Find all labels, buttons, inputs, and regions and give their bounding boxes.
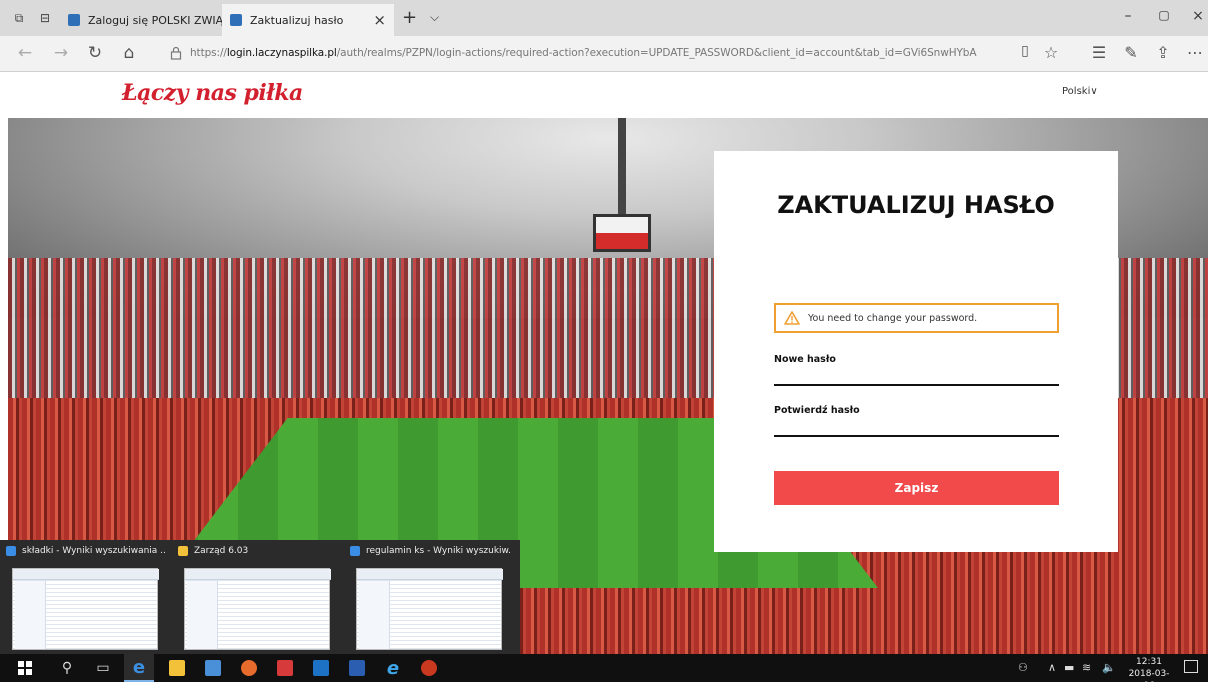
- tab-label: Zaloguj się POLSKI ZWIĄZEI: [88, 13, 241, 27]
- explorer-search-icon: [6, 546, 16, 556]
- start-windows-icon[interactable]: [10, 654, 40, 682]
- stadium-screen-flag: [593, 214, 651, 252]
- tabs-aside-icon[interactable]: ⊟: [36, 9, 54, 27]
- windows-taskbar: ⚲ ▭ e e ⚇ ∧ ▬ ≋ 🔈 12:31 2018-03-06: [0, 654, 1208, 682]
- folder-icon: [178, 546, 188, 556]
- clock-date: 2018-03-06: [1128, 669, 1170, 682]
- tab-login[interactable]: Zaloguj się POLSKI ZWIĄZEI: [60, 4, 241, 36]
- lock-icon: [170, 46, 182, 60]
- tab-preview-chevron-icon[interactable]: ⌵: [430, 10, 439, 25]
- preview-window-2[interactable]: Zarząd 6.03: [172, 540, 342, 654]
- new-tab-button[interactable]: +: [402, 7, 417, 28]
- taskbar-previews: składki - Wyniki wyszukiwania ... Zarząd…: [0, 540, 520, 654]
- system-clock[interactable]: 12:31 2018-03-06: [1126, 656, 1172, 682]
- preview-window-1[interactable]: składki - Wyniki wyszukiwania ...: [0, 540, 170, 654]
- volume-icon[interactable]: 🔈: [1102, 661, 1116, 674]
- forward-arrow-icon[interactable]: →: [50, 43, 72, 63]
- clock-time: 12:31: [1136, 657, 1162, 667]
- people-icon[interactable]: ⚇: [1018, 661, 1028, 674]
- maximize-button[interactable]: ▢: [1154, 8, 1174, 22]
- navigation-bar: ← → ↻ ⌂ https://login.laczynaspilka.pl/a…: [0, 36, 1208, 72]
- show-hidden-icons-chevron-icon[interactable]: ∧: [1048, 661, 1056, 674]
- search-icon[interactable]: ⚲: [52, 654, 82, 682]
- preview-title: regulamin ks - Wyniki wyszukiw...: [366, 546, 510, 556]
- network-icon[interactable]: ≋: [1082, 661, 1091, 674]
- favorites-list-icon[interactable]: ☰: [1088, 43, 1110, 62]
- site-favicon-icon: [68, 14, 80, 26]
- preview-title: Zarząd 6.03: [194, 546, 249, 556]
- tab-update-password[interactable]: Zaktualizuj hasło ×: [222, 4, 394, 36]
- preview-title: składki - Wyniki wyszukiwania ...: [22, 546, 166, 556]
- window-thumbnail: [12, 568, 159, 650]
- minimize-button[interactable]: –: [1118, 8, 1138, 24]
- favorite-star-icon[interactable]: ☆: [1040, 43, 1062, 62]
- gift-app-icon[interactable]: [270, 654, 300, 682]
- more-icon[interactable]: ⋯: [1184, 43, 1206, 62]
- set-aside-tabs-icon[interactable]: ⧉: [10, 9, 28, 27]
- window-thumbnail: [184, 568, 331, 650]
- explorer-search-icon: [350, 546, 360, 556]
- site-header: Łączy nas piłka Polski∨: [0, 72, 1208, 118]
- store-icon[interactable]: [198, 654, 228, 682]
- address-bar[interactable]: https://login.laczynaspilka.pl/auth/real…: [190, 47, 977, 59]
- tab-label: Zaktualizuj hasło: [250, 13, 344, 27]
- close-tab-icon[interactable]: ×: [373, 11, 386, 29]
- url-host: login.laczynaspilka.pl: [226, 47, 337, 59]
- file-explorer-icon[interactable]: [162, 654, 192, 682]
- tab-strip: ⧉ ⊟ Zaloguj się POLSKI ZWIĄZEI Zaktualiz…: [0, 0, 1208, 36]
- warning-alert: You need to change your password.: [774, 303, 1059, 333]
- battery-icon[interactable]: ▬: [1064, 661, 1074, 674]
- close-window-button[interactable]: ×: [1188, 8, 1208, 24]
- red-app-icon[interactable]: [414, 654, 444, 682]
- outlook-icon[interactable]: [306, 654, 336, 682]
- url-scheme: https://: [190, 47, 227, 59]
- warning-triangle-icon: [784, 311, 800, 325]
- edge-browser-icon[interactable]: e: [124, 654, 154, 682]
- site-favicon-icon: [230, 14, 242, 26]
- confirm-password-input[interactable]: [774, 415, 1059, 437]
- refresh-icon[interactable]: ↻: [84, 43, 106, 63]
- internet-explorer-icon[interactable]: e: [378, 654, 408, 682]
- reading-view-icon[interactable]: ▯: [1014, 43, 1036, 59]
- back-arrow-icon[interactable]: ←: [14, 43, 36, 63]
- url-path: /auth/realms/PZPN/login-actions/required…: [336, 47, 977, 59]
- language-selector[interactable]: Polski∨: [1062, 86, 1098, 97]
- home-icon[interactable]: ⌂: [118, 43, 140, 63]
- firefox-icon[interactable]: [234, 654, 264, 682]
- site-logo[interactable]: Łączy nas piłka: [122, 80, 303, 106]
- alert-message: You need to change your password.: [808, 312, 978, 324]
- preview-window-3[interactable]: regulamin ks - Wyniki wyszukiw...: [344, 540, 514, 654]
- share-icon[interactable]: ⇪: [1152, 43, 1174, 62]
- window-thumbnail: [356, 568, 503, 650]
- new-password-input[interactable]: [774, 364, 1059, 386]
- pen-icon[interactable]: ✎: [1120, 43, 1142, 62]
- save-button[interactable]: Zapisz: [774, 471, 1059, 505]
- word-icon[interactable]: [342, 654, 372, 682]
- update-password-card: ZAKTUALIZUJ HASŁO You need to change you…: [714, 151, 1118, 552]
- action-center-icon[interactable]: [1184, 660, 1198, 673]
- page-title: ZAKTUALIZUJ HASŁO: [777, 191, 1055, 219]
- task-view-icon[interactable]: ▭: [88, 654, 118, 682]
